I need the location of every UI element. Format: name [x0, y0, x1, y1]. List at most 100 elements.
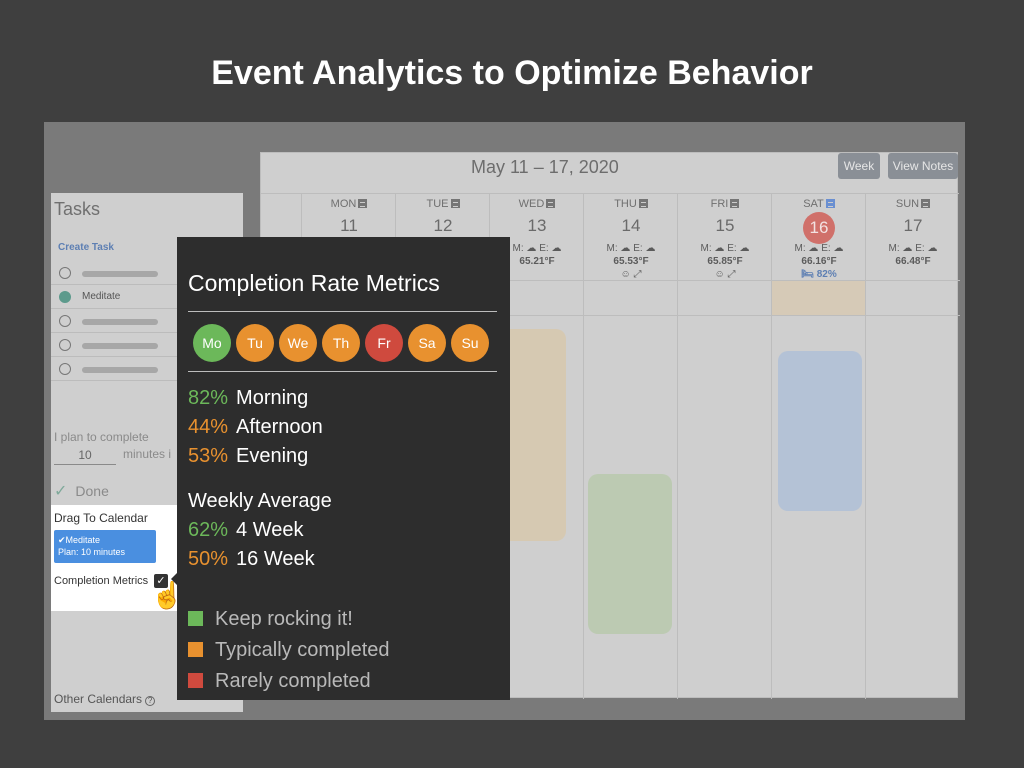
week16-metric: 50% 16 Week: [188, 548, 315, 571]
day-header-wed: WED: [490, 198, 584, 210]
card-task-name: ✔Meditate: [58, 535, 101, 545]
day-circle-th: Th: [322, 324, 360, 362]
task-radio[interactable]: [59, 339, 71, 351]
plan-unit: minutes i: [123, 447, 172, 461]
day-column-thu[interactable]: THU 14 M: ☁ E: ☁ 65.53°F ☺ ⤢: [583, 194, 678, 699]
day-name-label: MON: [330, 198, 357, 210]
note-icon[interactable]: [730, 199, 740, 208]
calendar-event[interactable]: [778, 351, 862, 511]
task-radio[interactable]: [59, 363, 71, 375]
divider: [188, 371, 497, 372]
create-task-link[interactable]: Create Task: [58, 242, 114, 253]
task-label: Meditate: [82, 291, 121, 302]
day-column-sun[interactable]: SUN 17 M: ☁ E: ☁ 66.48°F: [865, 194, 960, 699]
drag-title: Drag To Calendar: [54, 511, 148, 525]
day-circle-su: Su: [451, 324, 489, 362]
all-day-slot[interactable]: [584, 280, 678, 316]
task-placeholder: [82, 343, 158, 349]
day-column-sat[interactable]: SAT 16 M: ☁ E: ☁ 66.16°F 🛏 82%: [771, 194, 866, 699]
afternoon-pct: 44%: [188, 416, 229, 438]
legend-swatch: [188, 673, 203, 688]
week16-label: 16 Week: [236, 548, 315, 570]
card-plan: Plan: 10 minutes: [58, 547, 126, 557]
other-calendars-link[interactable]: Other Calendars?: [54, 692, 156, 706]
view-notes-button[interactable]: View Notes: [888, 153, 958, 179]
morning-metric: 82% Morning: [188, 387, 308, 410]
day-name-label: TUE: [426, 198, 449, 210]
note-icon[interactable]: [450, 199, 460, 208]
weather-icons: M: ☁ E: ☁: [794, 243, 844, 254]
help-icon[interactable]: ?: [145, 696, 156, 706]
weekly-average-title: Weekly Average: [188, 490, 332, 512]
calendar-title: May 11 – 17, 2020: [471, 157, 619, 177]
done-button[interactable]: ✓ Done: [54, 481, 109, 501]
weather-icons: M: ☁ E: ☁: [700, 243, 750, 254]
day-name-label: SAT: [803, 198, 824, 210]
check-icon: ✓: [54, 483, 68, 500]
note-icon[interactable]: [546, 199, 556, 208]
weather-icons: M: ☁ E: ☁: [888, 243, 938, 254]
evening-pct: 53%: [188, 445, 229, 467]
day-header-tue: TUE: [396, 198, 490, 210]
legend-label: Typically completed: [215, 639, 390, 661]
note-icon[interactable]: [358, 199, 368, 208]
evening-metric: 53% Evening: [188, 445, 308, 468]
task-placeholder: [82, 367, 158, 373]
legend-item-orange: Typically completed: [188, 639, 390, 662]
temperature: 65.53°F: [613, 256, 649, 267]
day-number[interactable]: 13: [490, 216, 584, 236]
day-header-fri: FRI: [678, 198, 772, 210]
day-name-label: WED: [518, 198, 545, 210]
day-column-fri[interactable]: FRI 15 M: ☁ E: ☁ 65.85°F ☺ ⤢: [677, 194, 772, 699]
morning-label: Morning: [236, 387, 309, 409]
plan-text: I plan to complete: [54, 430, 149, 444]
calendar-event[interactable]: [588, 474, 672, 634]
weather-info: M: ☁ E: ☁ 66.48°F: [866, 242, 960, 268]
day-name-label: SUN: [895, 198, 920, 210]
week4-pct: 62%: [188, 519, 229, 541]
day-name-label: FRI: [710, 198, 729, 210]
task-radio[interactable]: [59, 291, 71, 303]
afternoon-metric: 44% Afternoon: [188, 416, 323, 439]
day-header-thu: THU: [584, 198, 678, 210]
note-icon[interactable]: [921, 199, 931, 208]
day-number[interactable]: 12: [396, 216, 490, 236]
day-circle-we: We: [279, 324, 317, 362]
popup-title: Completion Rate Metrics: [188, 270, 440, 296]
legend-label: Keep rocking it!: [215, 608, 353, 630]
today-day-number[interactable]: 16: [803, 212, 835, 244]
day-number[interactable]: 11: [302, 216, 396, 236]
all-day-slot[interactable]: [772, 280, 866, 316]
note-icon[interactable]: [638, 199, 648, 208]
day-header-sun: SUN: [866, 198, 960, 210]
week4-label: 4 Week: [236, 519, 304, 541]
legend-item-green: Keep rocking it!: [188, 608, 353, 631]
day-circle-tu: Tu: [236, 324, 274, 362]
divider: [188, 311, 497, 312]
task-radio[interactable]: [59, 315, 71, 327]
evening-label: Evening: [236, 445, 309, 467]
afternoon-label: Afternoon: [236, 416, 323, 438]
week4-metric: 62% 4 Week: [188, 519, 303, 542]
day-number[interactable]: 14: [584, 216, 678, 236]
all-day-slot[interactable]: [866, 280, 960, 316]
weather-icons: M: ☁ E: ☁: [606, 243, 656, 254]
plan-minutes-input[interactable]: 10: [54, 445, 116, 465]
weather-info: M: ☁ E: ☁ 65.53°F ☺ ⤢: [584, 242, 678, 281]
note-icon[interactable]: [825, 199, 835, 208]
week-button[interactable]: Week: [838, 153, 880, 179]
day-number[interactable]: 17: [866, 216, 960, 236]
day-circle-fr: Fr: [365, 324, 403, 362]
day-circle-mo: Mo: [193, 324, 231, 362]
task-radio[interactable]: [59, 267, 71, 279]
draggable-task-card[interactable]: ✔Meditate Plan: 10 minutes: [54, 530, 156, 563]
day-number[interactable]: 15: [678, 216, 772, 236]
completion-metrics-popup: Completion Rate Metrics Mo Tu We Th Fr S…: [177, 237, 510, 700]
day-circle-sa: Sa: [408, 324, 446, 362]
done-label: Done: [75, 483, 109, 499]
day-header-mon: MON: [302, 198, 396, 210]
completion-metrics-label: Completion Metrics: [54, 575, 149, 587]
weather-info: M: ☁ E: ☁ 65.85°F ☺ ⤢: [678, 242, 772, 281]
all-day-slot[interactable]: [678, 280, 772, 316]
legend-item-red: Rarely completed: [188, 670, 371, 693]
